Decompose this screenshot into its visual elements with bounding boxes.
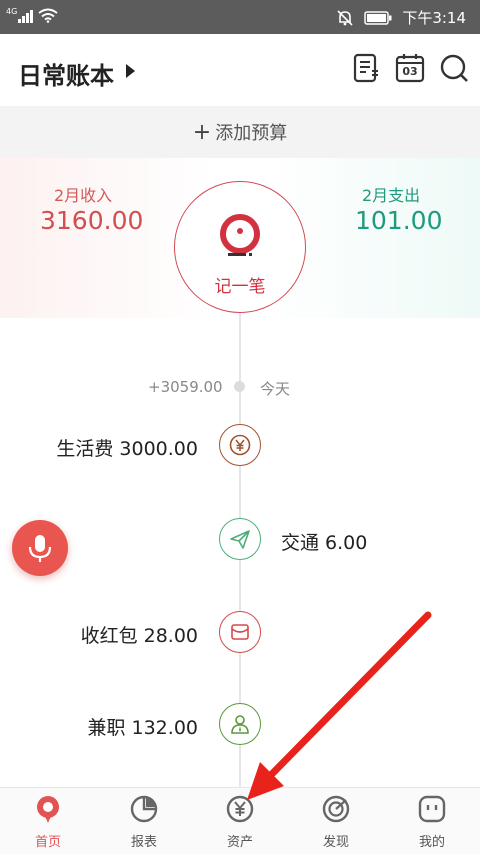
bill-list-icon[interactable] [350,52,382,84]
mute-bell-icon [337,9,353,26]
add-budget-button[interactable]: + 添加预算 [0,106,480,158]
envelope-icon[interactable] [219,611,261,653]
signal-area: 4G [6,7,58,23]
entry-text-parttime[interactable]: 兼职 132.00 [87,713,198,740]
day-label: 今天 [260,380,291,398]
pie-chart-icon [130,795,158,823]
nav-report[interactable]: 报表 [96,788,192,854]
person-icon[interactable] [219,703,261,745]
entry-text-redpacket[interactable]: 收红包 28.00 [81,621,198,648]
clock: 下午3:14 [402,9,466,27]
status-right: 下午3:14 [336,7,466,28]
nav-mine-label: 我的 [418,835,445,850]
day-total: +3059.00 [148,378,223,396]
income-label: 2月收入 [54,186,113,205]
nav-discover[interactable]: 发现 [288,788,384,854]
ledger-title[interactable]: 日常账本 [18,56,114,91]
battery-icon [364,10,392,25]
nav-assets[interactable]: 资产 [192,788,288,854]
day-dot [234,381,245,392]
expense-value[interactable]: 101.00 [355,206,442,235]
network-type: 4G [6,7,18,16]
record-entry-label: 记一笔 [214,277,266,297]
ledger-switch-arrow-icon[interactable] [126,64,135,78]
paper-plane-icon[interactable] [219,518,261,560]
status-bar: 4G 下午3:14 [0,0,480,34]
app-header: 日常账本 03 [0,34,480,106]
yuan-coin-icon[interactable] [219,424,261,466]
calendar-day: 03 [402,65,418,78]
add-budget-label: 添加预算 [215,123,288,144]
profile-face-icon [418,795,446,823]
entry-text-transport[interactable]: 交通 6.00 [281,528,367,555]
nav-home-label: 首页 [34,835,61,850]
yuan-asset-icon [226,795,254,823]
nav-discover-label: 发现 [322,835,349,850]
nav-assets-label: 资产 [226,835,253,850]
search-icon[interactable] [438,52,470,84]
income-value[interactable]: 3160.00 [40,206,143,235]
record-entry-button[interactable]: 记一笔 [174,181,306,313]
entry-text-living[interactable]: 生活费 3000.00 [56,434,198,461]
target-icon [322,795,350,823]
plus-icon: + [192,119,212,145]
microphone-icon [28,535,52,562]
voice-record-button[interactable] [12,520,68,576]
calendar-icon[interactable]: 03 [394,52,426,84]
bottom-nav: 首页 报表 资产 发现 我的 [0,787,480,854]
nav-mine[interactable]: 我的 [384,788,480,854]
nav-report-label: 报表 [130,835,157,850]
wifi-icon [38,8,58,23]
record-logo-icon [220,214,260,256]
cell-signal-icon: 4G [6,7,34,23]
nav-home[interactable]: 首页 [0,788,96,854]
home-location-icon [37,796,59,823]
expense-label: 2月支出 [362,186,421,205]
